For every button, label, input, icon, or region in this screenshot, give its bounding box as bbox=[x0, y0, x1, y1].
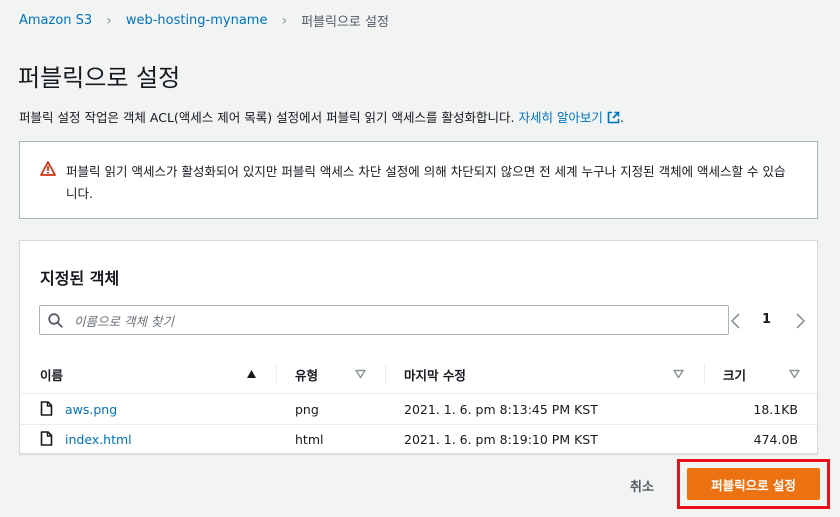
object-size: 474.0B bbox=[753, 431, 798, 447]
external-link-icon bbox=[607, 111, 620, 124]
object-type: png bbox=[295, 401, 319, 417]
column-divider bbox=[276, 364, 277, 384]
search-box bbox=[39, 305, 729, 335]
chevron-right-icon: › bbox=[106, 12, 112, 29]
make-public-button[interactable]: 퍼블릭으로 설정 bbox=[687, 468, 820, 500]
page-description: 퍼블릭 설정 작업은 객체 ACL(액세스 제어 목록) 설정에서 퍼블릭 읽기… bbox=[19, 107, 624, 126]
sort-ascending-icon[interactable] bbox=[246, 369, 257, 379]
sort-caret-down-icon[interactable] bbox=[789, 369, 800, 379]
column-header-name[interactable]: 이름 bbox=[40, 355, 63, 393]
learn-more-link[interactable]: 자세히 알아보기 bbox=[518, 110, 620, 125]
page-title: 퍼블릭으로 설정 bbox=[18, 64, 181, 92]
alert-text: 퍼블릭 읽기 액세스가 활성화되어 있지만 퍼블릭 액세스 차단 설정에 의해 … bbox=[66, 164, 786, 201]
sort-caret-down-icon[interactable] bbox=[355, 369, 366, 379]
search-input[interactable] bbox=[72, 310, 716, 332]
breadcrumb-s3-link[interactable]: Amazon S3 bbox=[19, 13, 92, 28]
warning-alert: 퍼블릭 읽기 액세스가 활성화되어 있지만 퍼블릭 액세스 차단 설정에 의해 … bbox=[19, 141, 818, 219]
breadcrumb-bucket-link[interactable]: web-hosting-myname bbox=[126, 13, 268, 28]
table-row: index.html html 2021. 1. 6. pm 8:19:10 P… bbox=[20, 424, 817, 454]
learn-more-label: 자세히 알아보기 bbox=[518, 110, 603, 125]
column-header-type[interactable]: 유형 bbox=[295, 355, 318, 393]
object-modified: 2021. 1. 6. pm 8:13:45 PM KST bbox=[404, 401, 598, 417]
file-icon bbox=[40, 401, 53, 416]
specified-objects-panel: 지정된 객체 1 이름 유형 마지막 수정 크기 aws.png png 202… bbox=[19, 240, 818, 454]
page-number[interactable]: 1 bbox=[762, 312, 771, 327]
column-name-label: 이름 bbox=[40, 367, 64, 383]
table-header: 이름 유형 마지막 수정 크기 bbox=[20, 355, 817, 394]
column-size-label: 크기 bbox=[723, 367, 747, 383]
panel-title: 지정된 객체 bbox=[40, 269, 120, 288]
column-divider bbox=[704, 364, 705, 384]
object-size: 18.1KB bbox=[753, 401, 798, 417]
pagination: 1 bbox=[728, 311, 818, 331]
description-text: 퍼블릭 설정 작업은 객체 ACL(액세스 제어 목록) 설정에서 퍼블릭 읽기… bbox=[19, 110, 515, 125]
breadcrumb: Amazon S3 › web-hosting-myname › 퍼블릭으로 설… bbox=[19, 11, 389, 31]
sort-caret-down-icon[interactable] bbox=[673, 369, 684, 379]
description-end: . bbox=[619, 110, 624, 125]
object-type: html bbox=[295, 431, 324, 447]
object-name-link[interactable]: aws.png bbox=[65, 402, 117, 417]
search-icon bbox=[48, 313, 63, 328]
file-icon bbox=[40, 431, 53, 446]
column-type-label: 유형 bbox=[295, 367, 319, 383]
breadcrumb-current: 퍼블릭으로 설정 bbox=[301, 15, 389, 30]
chevron-right-icon[interactable] bbox=[792, 311, 808, 331]
object-name-link[interactable]: index.html bbox=[65, 432, 132, 447]
column-header-modified[interactable]: 마지막 수정 bbox=[404, 355, 466, 393]
chevron-left-icon[interactable] bbox=[728, 311, 744, 331]
column-divider bbox=[385, 364, 386, 384]
warning-icon bbox=[40, 161, 56, 176]
column-modified-label: 마지막 수정 bbox=[404, 367, 466, 383]
table-row: aws.png png 2021. 1. 6. pm 8:13:45 PM KS… bbox=[20, 394, 817, 425]
chevron-right-icon: › bbox=[281, 12, 288, 29]
object-modified: 2021. 1. 6. pm 8:19:10 PM KST bbox=[404, 431, 598, 447]
column-header-size[interactable]: 크기 bbox=[723, 355, 746, 393]
cancel-button[interactable]: 취소 bbox=[630, 476, 654, 495]
